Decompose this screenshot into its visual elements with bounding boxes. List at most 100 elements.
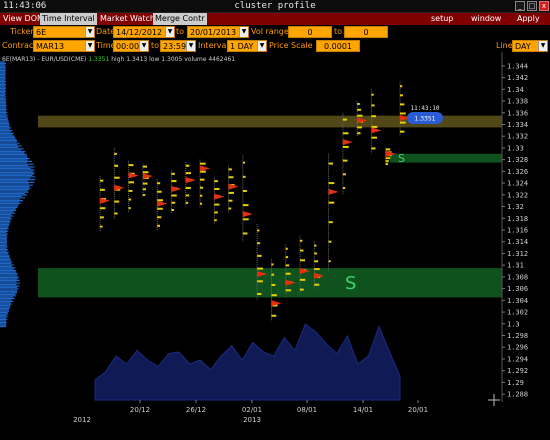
maximize-button[interactable]: □: [527, 1, 537, 11]
volume-bar: [385, 163, 389, 166]
day-cluster-17-01: [399, 81, 410, 137]
day-cluster-24-12: [170, 170, 182, 214]
y-tick-label: 1.324: [507, 180, 528, 188]
chevron-down-icon[interactable]: ▼: [85, 41, 94, 51]
volume-bar: [371, 136, 378, 139]
volume-text: volume 4462461: [184, 56, 236, 63]
volume-bar: [128, 164, 134, 167]
volume-bar: [400, 103, 405, 106]
volume-bar: [257, 242, 261, 245]
day-cluster-31-12: [228, 165, 239, 213]
volume-bar: [400, 121, 406, 124]
time-from-value: 00:00: [116, 42, 140, 51]
y-tick-label: 1.306: [507, 285, 528, 293]
zone-support: [38, 268, 502, 298]
volume-bar: [157, 190, 162, 193]
day-cluster-18-12: [113, 147, 125, 220]
chevron-down-icon[interactable]: ▼: [186, 41, 195, 51]
chevron-down-icon[interactable]: ▼: [165, 27, 174, 37]
poc-marker: [371, 127, 382, 134]
volume-bar: [185, 164, 190, 167]
contract-field[interactable]: MAR13 ▼: [33, 40, 95, 52]
volume-bar: [114, 152, 117, 155]
volume-bar: [142, 182, 148, 185]
apply-button[interactable]: Apply: [517, 13, 540, 25]
x-tick-label: 20/12: [130, 406, 150, 414]
y-tick-label: 1.328: [507, 156, 528, 164]
volume-bar: [214, 203, 220, 206]
vol-from-field[interactable]: 0: [288, 26, 332, 38]
y-tick-label: 1.302: [507, 309, 528, 317]
volume-bar: [400, 85, 403, 88]
volume-bar: [200, 194, 203, 197]
volume-bar: [300, 259, 306, 262]
ticker-value: 6E: [36, 28, 47, 37]
volume-bar: [385, 157, 391, 160]
volume-bar: [385, 148, 391, 151]
vol-to-label: to: [334, 27, 343, 36]
tab-time-interval[interactable]: Time Interval: [40, 13, 97, 25]
volume-bar: [257, 254, 262, 257]
volume-bar: [100, 179, 104, 182]
ticker-label: Ticker: [10, 27, 34, 36]
date-to-label: to: [176, 27, 185, 36]
current-price-marker: 1.3351 11:43:10: [407, 105, 500, 406]
day-cluster-21-12: [156, 179, 168, 230]
volume-bar: [114, 212, 118, 215]
price-scale-field[interactable]: 0.0001: [316, 40, 360, 52]
volume-bar: [371, 147, 376, 150]
chevron-down-icon[interactable]: ▼: [257, 41, 266, 51]
line-value: DAY: [515, 42, 531, 51]
y-tick-label: 1.344: [507, 62, 528, 70]
y-tick-label: 1.304: [507, 297, 528, 305]
volume-bar: [214, 219, 217, 222]
chevron-down-icon[interactable]: ▼: [538, 41, 547, 51]
vol-to-field[interactable]: 0: [344, 26, 388, 38]
setup-menu[interactable]: setup: [431, 13, 453, 25]
volume-bar: [328, 240, 332, 243]
poc-marker: [200, 165, 210, 172]
date-from-field[interactable]: 14/12/2012 ▼: [113, 26, 175, 38]
volume-bar: [328, 162, 333, 165]
tab-market-watch[interactable]: Market Watch: [98, 13, 157, 25]
volume-bar: [242, 218, 249, 221]
volume-bar: [300, 278, 306, 281]
volume-bar: [271, 283, 276, 286]
window-menu[interactable]: window: [471, 13, 501, 25]
time-to-field[interactable]: 23:59 ▼: [160, 40, 196, 52]
time-to-label: to: [151, 41, 160, 50]
contract-value: MAR13: [36, 42, 65, 51]
minimize-button[interactable]: _: [515, 1, 525, 11]
volume-bar: [242, 232, 248, 235]
chevron-down-icon[interactable]: ▼: [85, 27, 94, 37]
cluster-profile-chart[interactable]: SS 1.3441.3421.341.3381.3361.3341.3321.3…: [0, 52, 550, 440]
volume-bar: [157, 182, 161, 185]
y-tick-label: 1.296: [507, 344, 528, 352]
zone-label: S: [398, 152, 405, 165]
low-text: low 1.3005: [149, 56, 183, 63]
volume-bar: [285, 247, 288, 250]
volume-bar: [128, 198, 132, 201]
y-tick-label: 1.322: [507, 191, 528, 199]
time-from-field[interactable]: 00:00 ▼: [113, 40, 149, 52]
y-tick-label: 1.34: [507, 86, 524, 94]
ticker-field[interactable]: 6E ▼: [33, 26, 95, 38]
day-cluster-27-12: [199, 159, 210, 208]
volume-bar: [271, 314, 277, 317]
window-title: cluster profile: [234, 1, 316, 11]
volume-bar: [157, 224, 160, 227]
y-tick-label: 1.336: [507, 109, 528, 117]
volume-bar: [200, 178, 205, 181]
chevron-down-icon[interactable]: ▼: [139, 41, 148, 51]
price-scale-label: Price Scale: [269, 41, 313, 50]
volume-bar: [285, 272, 291, 275]
volume-bar: [200, 202, 203, 205]
interval-field[interactable]: 1 DAY ▼: [227, 40, 267, 52]
volume-bar: [242, 161, 246, 164]
line-field[interactable]: DAY ▼: [512, 40, 548, 52]
volume-bar: [371, 115, 377, 118]
close-button[interactable]: x: [539, 1, 549, 11]
chevron-down-icon[interactable]: ▼: [239, 27, 248, 37]
date-to-field[interactable]: 20/01/2013 ▼: [187, 26, 249, 38]
tab-merge-contr[interactable]: Merge Contr: [153, 13, 207, 25]
